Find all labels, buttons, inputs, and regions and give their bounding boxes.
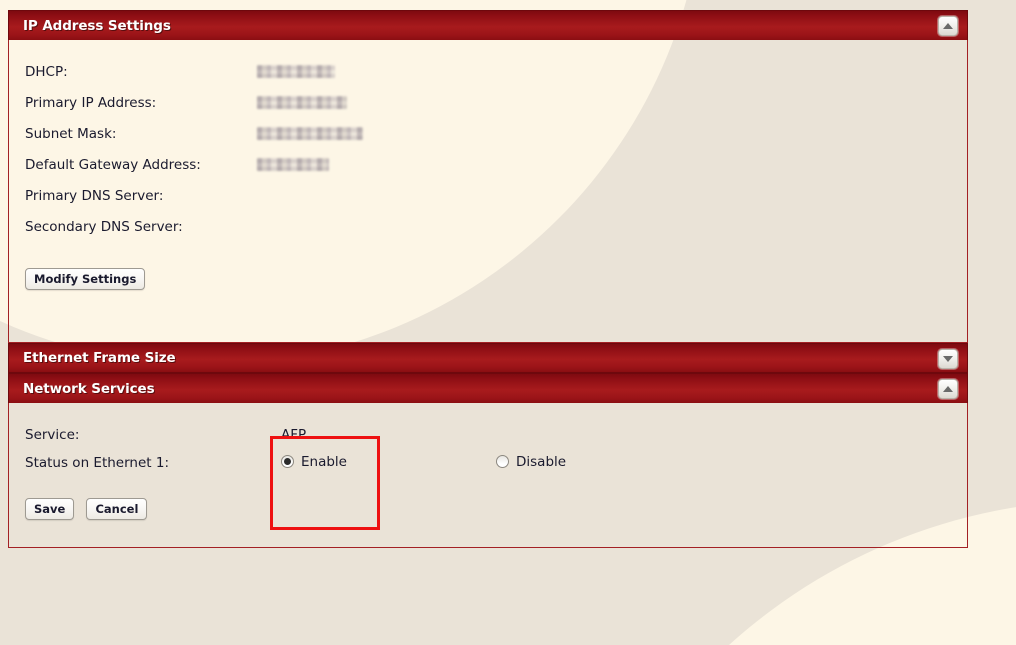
cancel-button[interactable]: Cancel — [86, 498, 148, 520]
section-body-ip-address-settings: DHCP: Primary IP Address: Subnet Mask: D… — [8, 40, 968, 343]
row-value-primary-ip-address — [257, 95, 347, 111]
status-label: Status on Ethernet 1: — [25, 455, 169, 471]
status-option-disable[interactable]: Disable — [496, 454, 566, 473]
section-title-network-services: Network Services — [23, 380, 155, 397]
table-row: Primary DNS Server: — [9, 180, 967, 211]
network-services-button-row: Save Cancel — [9, 477, 967, 520]
row-label-dhcp: DHCP: — [25, 63, 68, 80]
radio-button-icon-enable[interactable] — [281, 455, 294, 469]
triangle-up-glyph — [943, 386, 953, 392]
section-title-ethernet-frame-size: Ethernet Frame Size — [23, 350, 176, 366]
redacted-value-subnet-mask — [257, 127, 363, 140]
section-header-ethernet-frame-size[interactable]: Ethernet Frame Size — [8, 343, 968, 373]
row-label-default-gateway-address: Default Gateway Address: — [25, 156, 201, 173]
section-ip-address-settings: IP Address Settings DHCP: Primary IP Add… — [8, 10, 968, 343]
section-network-services: Network Services Service: AFP Status on … — [8, 373, 968, 548]
row-value-dhcp — [257, 64, 335, 80]
save-button[interactable]: Save — [25, 498, 75, 520]
redacted-value-dhcp — [257, 65, 335, 78]
section-header-network-services[interactable]: Network Services — [8, 373, 968, 403]
service-row: Service: AFP — [9, 421, 967, 449]
service-value: AFP — [281, 427, 307, 443]
redacted-value-gateway — [257, 158, 329, 171]
row-label-primary-dns-server: Primary DNS Server: — [25, 187, 164, 204]
radio-enable[interactable]: Enable — [281, 454, 347, 470]
row-label-primary-ip-address: Primary IP Address: — [25, 94, 157, 111]
ip-settings-button-row: Modify Settings — [9, 242, 967, 290]
triangle-up-glyph — [943, 23, 953, 29]
section-title-ip-address-settings: IP Address Settings — [23, 17, 171, 34]
status-option-enable[interactable]: Enable — [281, 454, 496, 473]
table-row: DHCP: — [9, 56, 967, 87]
table-row: Subnet Mask: — [9, 118, 967, 149]
table-row: Default Gateway Address: — [9, 149, 967, 180]
radio-disable[interactable]: Disable — [496, 454, 566, 470]
row-label-secondary-dns-server: Secondary DNS Server: — [25, 218, 183, 235]
radio-label-disable: Disable — [516, 453, 567, 470]
row-value-default-gateway-address — [257, 157, 329, 173]
settings-panel-stack: IP Address Settings DHCP: Primary IP Add… — [8, 10, 968, 548]
redacted-value-primary-ip — [257, 96, 347, 109]
triangle-down-icon[interactable] — [938, 349, 958, 369]
section-header-ip-address-settings[interactable]: IP Address Settings — [8, 10, 968, 40]
section-ethernet-frame-size: Ethernet Frame Size — [8, 343, 968, 373]
ip-settings-table: DHCP: Primary IP Address: Subnet Mask: D… — [9, 40, 967, 242]
triangle-up-icon[interactable] — [938, 379, 958, 399]
status-row: Status on Ethernet 1: Enable Disable — [9, 449, 967, 477]
table-row: Primary IP Address: — [9, 87, 967, 118]
modify-settings-button[interactable]: Modify Settings — [25, 268, 146, 290]
triangle-down-glyph — [943, 356, 953, 362]
radio-label-enable: Enable — [301, 453, 347, 470]
radio-button-icon-disable[interactable] — [496, 455, 509, 469]
section-body-network-services: Service: AFP Status on Ethernet 1: Enabl… — [8, 403, 968, 548]
service-label: Service: — [25, 427, 80, 443]
network-services-grid: Service: AFP Status on Ethernet 1: Enabl… — [9, 403, 967, 477]
row-label-subnet-mask: Subnet Mask: — [25, 125, 117, 142]
triangle-up-icon[interactable] — [938, 16, 958, 36]
table-row: Secondary DNS Server: — [9, 211, 967, 242]
row-value-subnet-mask — [257, 126, 363, 142]
